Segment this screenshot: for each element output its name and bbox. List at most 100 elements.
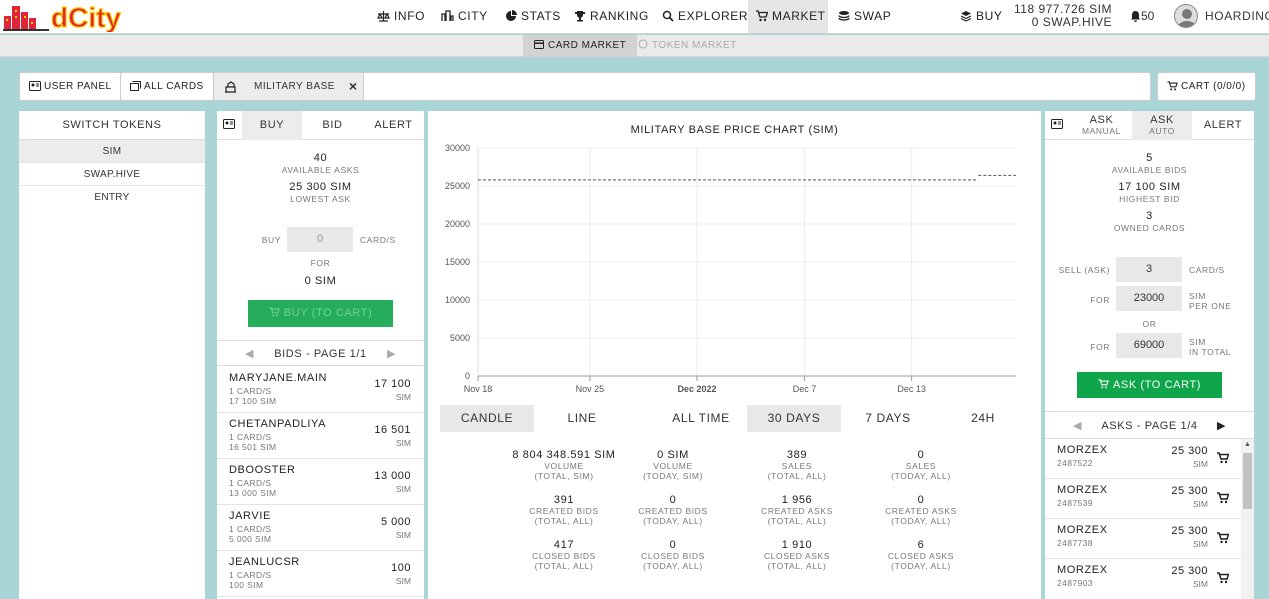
highest-bid-value: 17 100 SIM — [1118, 181, 1181, 193]
price-per-one-input[interactable]: 23000 — [1116, 286, 1182, 311]
range-all-time[interactable]: ALL TIME — [654, 405, 748, 432]
user-panel-toggle[interactable] — [217, 111, 241, 140]
username[interactable]: HOARDING — [1205, 0, 1269, 33]
tab-token-market[interactable]: TOKEN MARKET — [627, 35, 748, 57]
pie-chart-icon — [506, 10, 517, 21]
bid-user: JEANLUCSR — [229, 556, 300, 568]
prev-page-icon[interactable]: ◀ — [1073, 412, 1082, 440]
add-to-cart-icon[interactable] — [1217, 492, 1229, 504]
tab-ask-auto[interactable]: ASK AUTO — [1132, 111, 1192, 140]
all-cards-button[interactable]: ALL CARDS — [120, 72, 214, 101]
user-avatar-icon — [1177, 9, 1197, 27]
nav-info[interactable]: INFO — [369, 0, 433, 33]
price-chart-panel: MILITARY BASE PRICE CHART (SIM) 0 5000 100… — [428, 111, 1041, 599]
avatar[interactable] — [1174, 4, 1198, 28]
nav-ranking[interactable]: RANKING — [566, 0, 657, 33]
prev-page-icon[interactable]: ◀ — [245, 341, 254, 367]
cart-icon — [1098, 379, 1109, 389]
bids-pager: ◀ BIDS - PAGE 1/1 ▶ — [217, 340, 424, 366]
nav-market[interactable]: MARKET — [748, 0, 828, 33]
tab-ask-manual[interactable]: ASK MANUAL — [1073, 111, 1130, 140]
ask-card-id: 2487903 — [1057, 578, 1093, 588]
available-bids-label: AVAILABLE BIDS — [1111, 165, 1188, 175]
scrollbar-thumb[interactable] — [1243, 453, 1252, 509]
or-label: OR — [1142, 319, 1157, 329]
buy-to-cart-button[interactable]: BUY (TO CART) — [248, 300, 393, 327]
nav-explorer[interactable]: EXPLORER — [654, 0, 756, 33]
token-option-entry[interactable]: ENTRY — [19, 186, 205, 209]
user-panel-toggle[interactable] — [1045, 111, 1069, 140]
bid-row[interactable]: MARYJANE.MAIN 1 CARD/S 17 100 SIM 17 100 SIM — [217, 367, 424, 413]
y-tick-label: 20000 — [445, 219, 470, 229]
bid-total: 100 SIM — [229, 580, 264, 590]
bid-qty: 1 CARD/S — [229, 432, 272, 442]
buy-quantity-input[interactable]: 0 — [287, 227, 353, 252]
ask-card-id: 2487522 — [1057, 458, 1093, 468]
bid-row[interactable]: JEANLUCSR 1 CARD/S 100 SIM 100 SIM — [217, 551, 424, 597]
add-to-cart-icon[interactable] — [1217, 532, 1229, 544]
nav-city[interactable]: CITY — [433, 0, 496, 33]
cart-button[interactable]: CART (0/0/0) — [1157, 72, 1256, 101]
ask-row[interactable]: MORZEX 2487522 25 300 SIM — [1045, 439, 1241, 479]
chart-type-candle[interactable]: CANDLE — [440, 405, 534, 432]
ask-unit: SIM — [1192, 539, 1208, 549]
stat-item: 0 CREATED ASKS (TODAY, ALL) — [841, 494, 1001, 526]
buy-tokens-button[interactable]: BUY — [952, 0, 1010, 33]
token-option-swap-hive[interactable]: SWAP.HIVE — [19, 163, 205, 186]
user-panel-button[interactable]: USER PANEL — [19, 72, 122, 101]
cart-icon — [756, 10, 769, 22]
wallet-balance: 118 977.726 SIM 0 SWAP.HIVE — [1014, 3, 1112, 29]
next-page-icon[interactable]: ▶ — [1217, 412, 1226, 440]
range-24h[interactable]: 24H — [936, 405, 1030, 432]
ask-panel: ASK MANUAL ASK AUTO ALERT 5 AVAILABLE BIDS… — [1045, 111, 1254, 599]
cart-label: CART (0/0/0) — [1181, 81, 1246, 92]
next-page-icon[interactable]: ▶ — [387, 341, 396, 367]
notifications-button[interactable]: 50 — [1130, 0, 1154, 33]
nav-stats[interactable]: STATS — [497, 0, 569, 33]
sell-quantity-input[interactable]: 3 — [1116, 257, 1182, 282]
ask-row[interactable]: MORZEX 2487738 25 300 SIM — [1045, 519, 1241, 559]
bid-row[interactable]: JARVIE 1 CARD/S 5 000 SIM 5 000 SIM — [217, 505, 424, 551]
range-30-days[interactable]: 30 DAYS — [747, 405, 841, 432]
tab-bid[interactable]: BID — [302, 111, 363, 140]
range-7-days[interactable]: 7 DAYS — [841, 405, 935, 432]
coins-icon — [838, 11, 850, 21]
scroll-up-icon[interactable]: ▲ — [1241, 439, 1254, 451]
filter-tag-label: MILITARY BASE — [254, 81, 335, 92]
tab-alert[interactable]: ALERT — [363, 111, 424, 140]
add-to-cart-icon[interactable] — [1217, 572, 1229, 584]
token-option-sim[interactable]: SIM — [19, 140, 205, 163]
stat-item: 0 SALES (TODAY, ALL) — [841, 449, 1001, 481]
token-icon — [638, 39, 648, 49]
cards-icon — [130, 81, 141, 91]
price-chart[interactable]: 0 5000 10000 15000 20000 25000 30000 Nov 18 Nov … — [428, 131, 1041, 406]
ask-to-cart-label: ASK (TO CART) — [1112, 379, 1202, 391]
nav-swap[interactable]: SWAP — [830, 0, 899, 33]
switch-tokens-panel: SWITCH TOKENS SIM SWAP.HIVE ENTRY — [19, 111, 205, 599]
ask-unit: SIM — [1192, 499, 1208, 509]
add-to-cart-icon[interactable] — [1217, 452, 1229, 464]
user-panel-label: USER PANEL — [44, 81, 112, 92]
asks-scrollbar[interactable]: ▲ — [1241, 439, 1254, 599]
ask-to-cart-button[interactable]: ASK (TO CART) — [1077, 372, 1222, 398]
bid-qty: 1 CARD/S — [229, 570, 272, 580]
ask-price: 25 300 — [1171, 525, 1208, 537]
military-base-icon — [225, 81, 236, 93]
ask-row[interactable]: MORZEX 2487539 25 300 SIM — [1045, 479, 1241, 519]
tab-buy[interactable]: BUY — [242, 111, 302, 140]
tab-card-market[interactable]: CARD MARKET — [523, 35, 638, 57]
filter-remove-button[interactable]: × — [342, 73, 364, 100]
bids-pager-label: BIDS - PAGE 1/1 — [274, 348, 367, 360]
tab-alert[interactable]: ALERT — [1192, 111, 1254, 140]
chart-type-line[interactable]: LINE — [535, 405, 629, 432]
bid-row[interactable]: DBOOSTER 1 CARD/S 13 000 SIM 13 000 SIM — [217, 459, 424, 505]
stat-value: 6 — [917, 539, 925, 551]
card-filter-bar[interactable]: MILITARY BASE × — [213, 72, 1151, 101]
bid-row[interactable]: CHETANPADLIYA 1 CARD/S 16 501 SIM 16 501 SIM — [217, 413, 424, 459]
ask-row[interactable]: MORZEX 2487903 25 300 SIM — [1045, 559, 1241, 599]
tab-card-market-label: CARD MARKET — [548, 40, 627, 51]
price-total-input[interactable]: 69000 — [1116, 333, 1182, 358]
y-tick-label: 0 — [465, 371, 470, 381]
highest-bid-label: HIGHEST BID — [1119, 194, 1180, 204]
dcity-logo[interactable]: dCity — [3, 1, 122, 34]
